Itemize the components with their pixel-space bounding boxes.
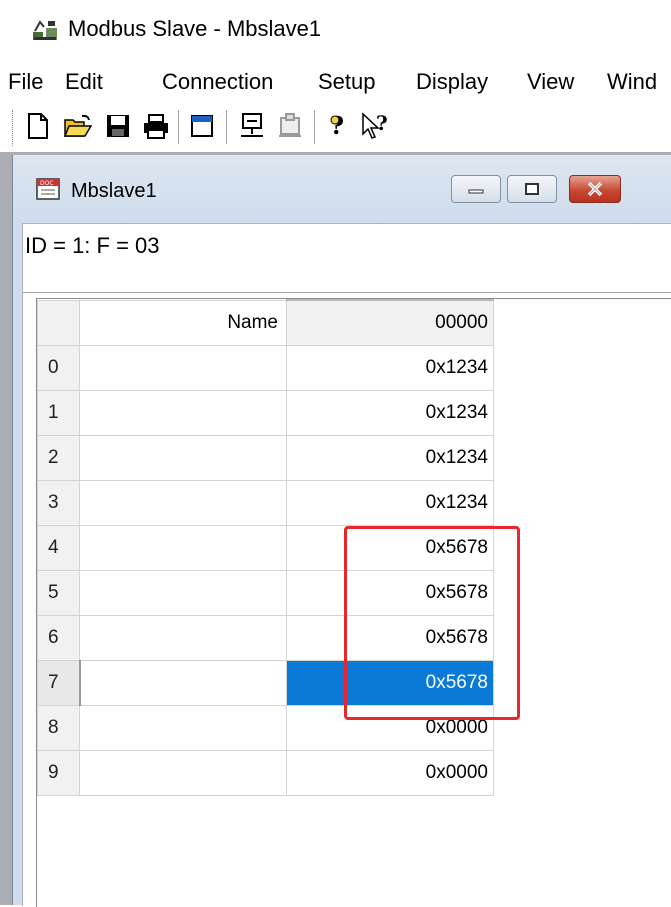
toolbar-grip[interactable] (12, 110, 16, 146)
menu-view-label: View (527, 69, 575, 94)
row-header[interactable]: 0 (37, 344, 80, 391)
name-cell[interactable] (79, 569, 287, 616)
table-header-row: Name 00000 (37, 299, 494, 346)
table-row[interactable]: 1 0x1234 (37, 389, 494, 436)
name-cell[interactable] (79, 614, 287, 661)
child-window: DOC Mbslave1 ID = 1: F = 03 Name 00000 0… (12, 155, 671, 907)
name-cell[interactable] (79, 479, 287, 526)
child-title-bar[interactable]: DOC Mbslave1 (13, 155, 671, 223)
toolbar-separator (178, 110, 180, 144)
document-icon: DOC (36, 178, 60, 200)
close-icon (587, 181, 603, 197)
menu-display-label: Display (416, 69, 489, 94)
app-title-bar: Modbus Slave - Mbslave1 (0, 0, 671, 60)
value-cell[interactable]: 0x1234 (286, 434, 494, 481)
menu-edit-label: Edit (65, 69, 103, 94)
close-button[interactable] (569, 175, 621, 203)
value-cell[interactable]: 0x1234 (286, 344, 494, 391)
disconnect-button[interactable] (274, 109, 306, 143)
child-client-area: ID = 1: F = 03 Name 00000 0 0x1234 1 0x1234… (22, 223, 671, 907)
name-cell[interactable] (79, 344, 287, 391)
name-cell[interactable] (79, 749, 287, 796)
context-help-icon: ? (362, 112, 388, 139)
menu-connection-label: Connection (162, 69, 274, 94)
minimize-button[interactable] (451, 175, 501, 203)
toolbar-separator (226, 110, 228, 144)
table-row[interactable]: 2 0x1234 (37, 434, 494, 481)
menu-connection[interactable]: Connection (162, 68, 273, 96)
row-header[interactable]: 9 (37, 749, 80, 796)
menu-file[interactable]: File (8, 68, 43, 96)
print-button[interactable] (140, 109, 172, 143)
highlight-annotation-box (344, 526, 520, 720)
child-title: Mbslave1 (71, 180, 157, 202)
column-header-address[interactable]: 00000 (286, 299, 494, 346)
column-header-name[interactable]: Name (79, 299, 287, 346)
maximize-button[interactable] (507, 175, 557, 203)
help-icon: ? (330, 112, 344, 140)
save-icon (107, 115, 129, 137)
menu-edit[interactable]: Edit (65, 68, 103, 96)
row-header[interactable]: 3 (37, 479, 80, 526)
row-header[interactable]: 7 (37, 659, 81, 706)
menu-view[interactable]: View (527, 68, 574, 96)
menu-window[interactable]: Wind (607, 68, 657, 96)
value-cell[interactable]: 0x1234 (286, 389, 494, 436)
menu-display[interactable]: Display (416, 68, 488, 96)
name-cell[interactable] (79, 389, 287, 436)
slave-status-line: ID = 1: F = 03 (25, 233, 160, 258)
save-button[interactable] (102, 109, 134, 143)
menu-bar: File Edit Connection Setup Display View … (0, 60, 671, 102)
table-row[interactable]: 9 0x0000 (37, 749, 494, 796)
new-window-button[interactable] (186, 109, 218, 143)
new-icon (28, 113, 48, 139)
modbus-app-icon (33, 20, 57, 40)
window-icon (191, 115, 213, 137)
minimize-icon (468, 189, 484, 194)
toolbar: ? ? (0, 102, 671, 152)
table-row[interactable]: 3 0x1234 (37, 479, 494, 526)
maximize-icon (525, 183, 539, 195)
open-icon (64, 114, 92, 137)
name-cell[interactable] (79, 524, 287, 571)
row-header[interactable]: 6 (37, 614, 80, 661)
value-cell[interactable]: 0x1234 (286, 479, 494, 526)
row-header[interactable]: 8 (37, 704, 80, 751)
name-cell[interactable] (79, 659, 287, 706)
menu-setup[interactable]: Setup (318, 68, 376, 96)
disconnect-icon (279, 113, 301, 137)
row-header[interactable]: 2 (37, 434, 80, 481)
row-header[interactable]: 1 (37, 389, 80, 436)
row-header[interactable]: 4 (37, 524, 80, 571)
connect-button[interactable] (236, 109, 268, 143)
help-button[interactable]: ? (322, 109, 354, 143)
name-cell[interactable] (79, 704, 287, 751)
new-button[interactable] (22, 109, 54, 143)
print-icon (144, 114, 168, 139)
menu-file-label: File (8, 69, 44, 94)
menu-window-label: Wind (607, 69, 658, 94)
row-header[interactable]: 5 (37, 569, 80, 616)
menu-setup-label: Setup (318, 69, 376, 94)
connect-icon (241, 113, 263, 137)
table-row[interactable]: 0 0x1234 (37, 344, 494, 391)
name-cell[interactable] (79, 434, 287, 481)
toolbar-separator (314, 110, 316, 144)
open-button[interactable] (62, 109, 94, 143)
context-help-button[interactable]: ? (360, 109, 392, 143)
corner-cell[interactable] (37, 299, 80, 346)
svg-text:DOC: DOC (40, 180, 54, 187)
svg-text:?: ? (376, 112, 388, 135)
value-cell[interactable]: 0x0000 (286, 749, 494, 796)
app-title: Modbus Slave - Mbslave1 (68, 16, 322, 41)
